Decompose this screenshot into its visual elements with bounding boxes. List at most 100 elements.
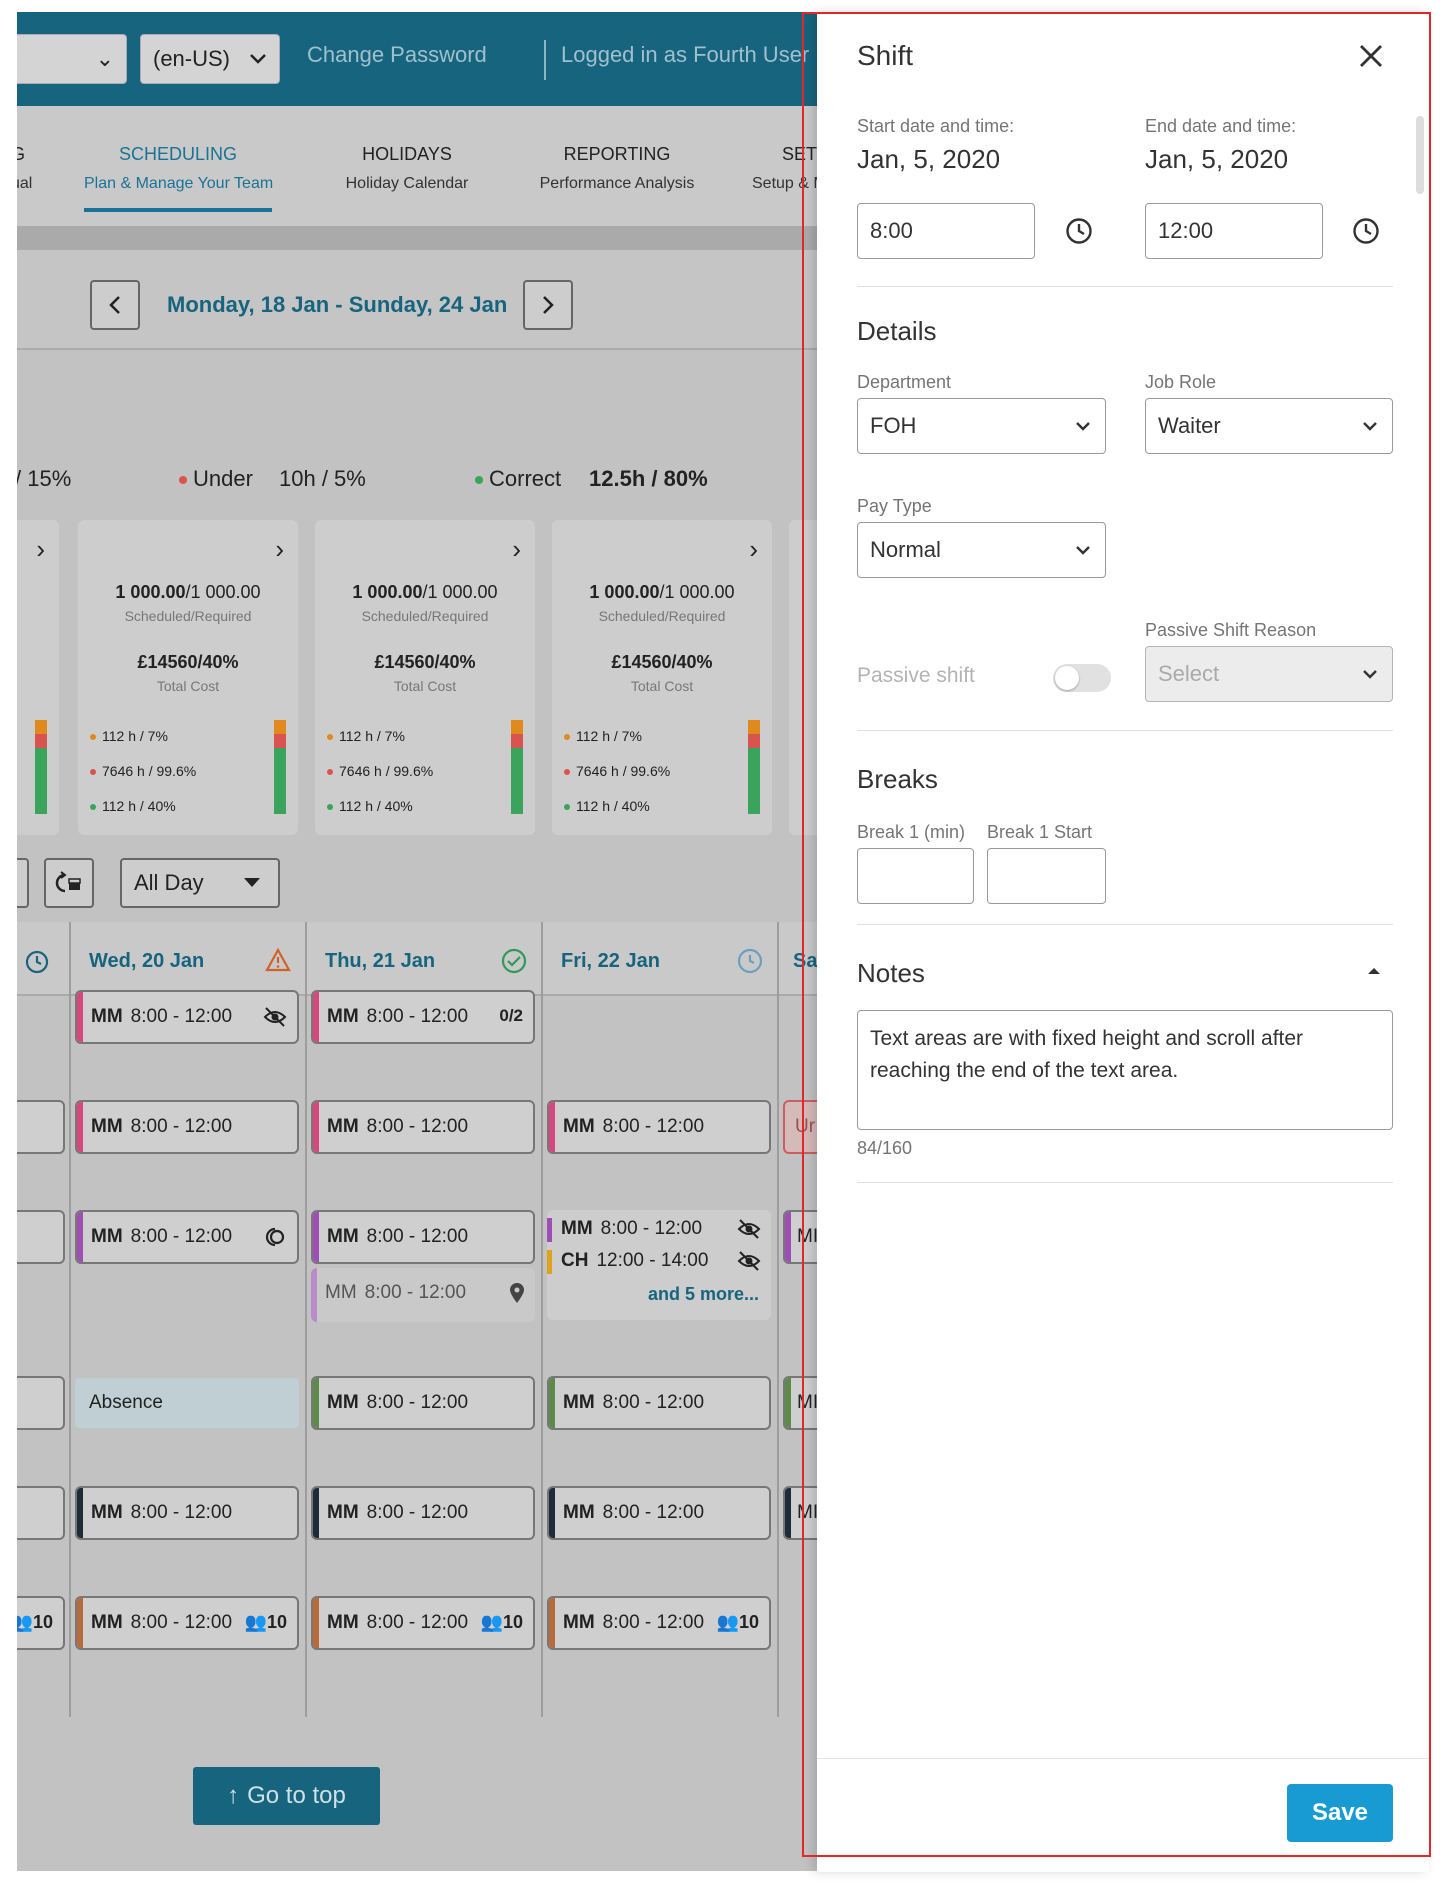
filter-button[interactable] bbox=[17, 858, 29, 908]
shift-card[interactable]: MM 8:00 - 12:00 bbox=[75, 990, 299, 1044]
nav-active-indicator bbox=[84, 208, 272, 212]
prev-week-button[interactable] bbox=[90, 280, 140, 330]
shift-panel: Shift Start date and time: Jan, 5, 2020 … bbox=[817, 12, 1429, 1872]
close-icon[interactable] bbox=[1355, 40, 1387, 72]
shift-card[interactable]: MM 8:00 - 12:00 bbox=[311, 1100, 535, 1154]
absence-block[interactable]: Absence bbox=[75, 1378, 299, 1428]
day-header: Wed, 20 Jan bbox=[71, 922, 305, 996]
shift-card[interactable] bbox=[17, 1210, 65, 1264]
shift-card[interactable]: MM 8:00 - 12:00 bbox=[311, 1486, 535, 1540]
chevron-right-icon: › bbox=[275, 534, 284, 564]
people-count: 👥10 bbox=[716, 1612, 759, 1632]
chevron-down-icon: ⌄ bbox=[95, 46, 114, 71]
shift-card[interactable]: 👥10 bbox=[17, 1596, 65, 1650]
next-week-button[interactable] bbox=[523, 280, 573, 330]
shift-card[interactable]: MM 8:00 - 12:00 bbox=[311, 1210, 535, 1264]
end-label: End date and time: bbox=[1145, 116, 1297, 136]
people-count: 👥10 bbox=[244, 1612, 287, 1632]
clock-icon[interactable] bbox=[1065, 217, 1093, 245]
pay-type-label: Pay Type bbox=[857, 496, 932, 516]
summary-card[interactable]: › 1 000.00/1 000.00 Scheduled/Required £… bbox=[552, 520, 772, 835]
department-select[interactable]: FOH bbox=[857, 398, 1106, 454]
end-time-field[interactable]: 12:00 bbox=[1145, 203, 1323, 259]
nav-item-holidays[interactable]: HOLIDAYS Holiday Calendar bbox=[327, 144, 487, 193]
break1-min-label: Break 1 (min) bbox=[857, 822, 966, 842]
recurring-icon bbox=[263, 1226, 287, 1253]
shift-card[interactable]: MM 8:00 - 12:00 👥10 bbox=[75, 1596, 299, 1650]
chevron-down-icon bbox=[1363, 670, 1377, 679]
shift-group-card[interactable]: MM 8:00 - 12:00 CH 12:00 - 14:00 and 5 mor… bbox=[547, 1210, 771, 1320]
nav-item-settings[interactable]: SET Setup & M bbox=[752, 144, 825, 193]
shift-card[interactable] bbox=[17, 1486, 65, 1540]
chevron-right-icon bbox=[543, 296, 554, 314]
summary-card[interactable]: › 1 000.00/1 000.00 Scheduled/Required £… bbox=[78, 520, 298, 835]
start-time-field[interactable]: 8:00 bbox=[857, 203, 1035, 259]
collapse-icon[interactable] bbox=[1367, 966, 1381, 976]
summary-card[interactable]: › 1 000.00/1 000.00 Scheduled/Required £… bbox=[315, 520, 535, 835]
chevron-down-icon bbox=[1076, 422, 1090, 431]
notes-char-count: 84/160 bbox=[857, 1138, 913, 1158]
shift-card[interactable]: MM 8:00 - 12:00 bbox=[311, 1268, 535, 1322]
start-label: Start date and time: bbox=[857, 116, 1015, 136]
break1-start-label: Break 1 Start bbox=[987, 822, 1093, 842]
period-select[interactable]: All Day bbox=[120, 858, 280, 908]
shift-card[interactable]: MM 8:00 - 12:00 bbox=[547, 1100, 771, 1154]
shift-card[interactable] bbox=[17, 1100, 65, 1154]
locale-select[interactable]: (en-US) bbox=[140, 34, 280, 84]
check-circle-icon bbox=[501, 948, 527, 974]
logged-in-text: Logged in as Fourth User bbox=[561, 42, 810, 67]
shift-card[interactable]: MM 8:00 - 12:00 bbox=[547, 1486, 771, 1540]
job-role-label: Job Role bbox=[1145, 372, 1217, 392]
shift-card[interactable]: MM 8:00 - 12:00 bbox=[75, 1100, 299, 1154]
people-icon: 👥 bbox=[716, 1612, 739, 1632]
clock-icon bbox=[25, 950, 49, 974]
nav-item-scheduling[interactable]: SCHEDULING Plan & Manage Your Team bbox=[84, 144, 273, 193]
divider bbox=[857, 1182, 1393, 1183]
divider bbox=[544, 40, 546, 80]
start-date[interactable]: Jan, 5, 2020 bbox=[857, 144, 1000, 175]
passive-reason-label: Passive Shift Reason bbox=[1145, 620, 1317, 640]
week-range-title: Monday, 18 Jan - Sunday, 24 Jan bbox=[167, 292, 508, 317]
distribution-bar bbox=[748, 720, 760, 814]
scrollbar[interactable] bbox=[1416, 116, 1424, 194]
job-role-select[interactable]: Waiter bbox=[1145, 398, 1393, 454]
nav-item-general[interactable]: G ual bbox=[17, 144, 32, 193]
divider bbox=[17, 226, 825, 250]
shift-card[interactable]: MM 8:00 - 12:00 👥10 bbox=[547, 1596, 771, 1650]
end-date[interactable]: Jan, 5, 2020 bbox=[1145, 144, 1288, 175]
notes-heading: Notes bbox=[857, 958, 925, 988]
day-header: Thu, 21 Jan bbox=[307, 922, 541, 996]
nav-item-reporting[interactable]: REPORTING Performance Analysis bbox=[517, 144, 717, 193]
break1-min-field[interactable] bbox=[857, 848, 974, 904]
clock-icon[interactable] bbox=[1352, 217, 1380, 245]
shift-card[interactable] bbox=[17, 1376, 65, 1430]
save-button[interactable]: Save bbox=[1287, 1784, 1393, 1842]
site-select[interactable]: ⌄ bbox=[17, 34, 127, 84]
go-to-top-button[interactable]: ↑ Go to top bbox=[193, 1767, 380, 1825]
passive-shift-toggle[interactable] bbox=[1053, 664, 1111, 692]
day-header bbox=[17, 922, 69, 996]
swap-view-button[interactable] bbox=[44, 858, 94, 908]
arrow-up-icon: ↑ bbox=[227, 1782, 240, 1809]
chevron-down-icon bbox=[1076, 546, 1090, 555]
notes-textarea[interactable]: Text areas are with fixed height and scr… bbox=[857, 1010, 1393, 1130]
correct-dot bbox=[475, 476, 483, 485]
passive-reason-select[interactable]: Select bbox=[1145, 646, 1393, 702]
divider bbox=[857, 286, 1393, 287]
shift-card[interactable]: MM 8:00 - 12:00 bbox=[75, 1486, 299, 1540]
shift-card[interactable]: MM 8:00 - 12:00 bbox=[311, 1376, 535, 1430]
distribution-bar bbox=[274, 720, 286, 814]
shift-card[interactable]: MM 8:00 - 12:00 0/2 bbox=[311, 990, 535, 1044]
summary-card[interactable]: › 0 bbox=[17, 520, 59, 835]
change-password-link[interactable]: Change Password bbox=[307, 42, 487, 68]
shift-card[interactable]: MM 8:00 - 12:00 👥10 bbox=[311, 1596, 535, 1650]
shift-card[interactable]: MM 8:00 - 12:00 bbox=[547, 1376, 771, 1430]
breaks-heading: Breaks bbox=[857, 764, 938, 794]
department-label: Department bbox=[857, 372, 952, 392]
passive-shift-label: Passive shift bbox=[857, 664, 975, 687]
break1-start-field[interactable] bbox=[987, 848, 1106, 904]
more-shifts-link[interactable]: and 5 more... bbox=[648, 1284, 759, 1305]
pay-type-select[interactable]: Normal bbox=[857, 522, 1106, 578]
shift-card[interactable]: MM 8:00 - 12:00 bbox=[75, 1210, 299, 1264]
screenshot-canvas: ⌄ (en-US) Change Password Logged in as F… bbox=[0, 0, 1450, 1900]
